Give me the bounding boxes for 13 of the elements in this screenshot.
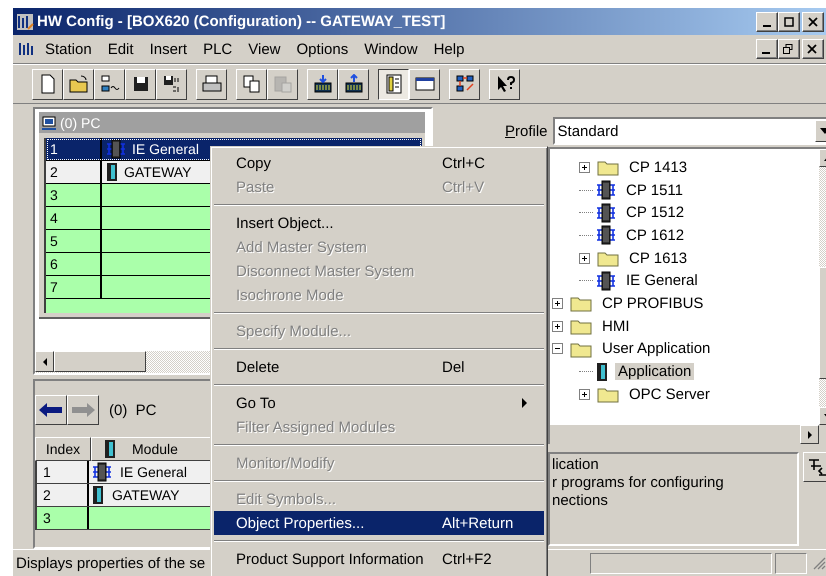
table-cell: IE General — [120, 464, 187, 480]
rack-title: (0) PC — [60, 114, 100, 130]
info-text: r programs for configuring — [552, 474, 724, 492]
info-text: nections — [552, 492, 608, 510]
window-title: HW Config - [BOX620 (Configuration) -- GATEWAY_TEST] — [37, 13, 446, 30]
status-text: Displays properties of the se — [16, 554, 206, 572]
info-text: lication — [552, 456, 599, 474]
module-name: GATEWAY — [124, 164, 192, 180]
station-label: (0) PC — [109, 402, 157, 418]
module-name: IE General — [132, 141, 199, 157]
table-cell: GATEWAY — [112, 487, 180, 503]
table-cell: 3 — [37, 507, 89, 529]
profile-label: Profile — [505, 122, 548, 140]
